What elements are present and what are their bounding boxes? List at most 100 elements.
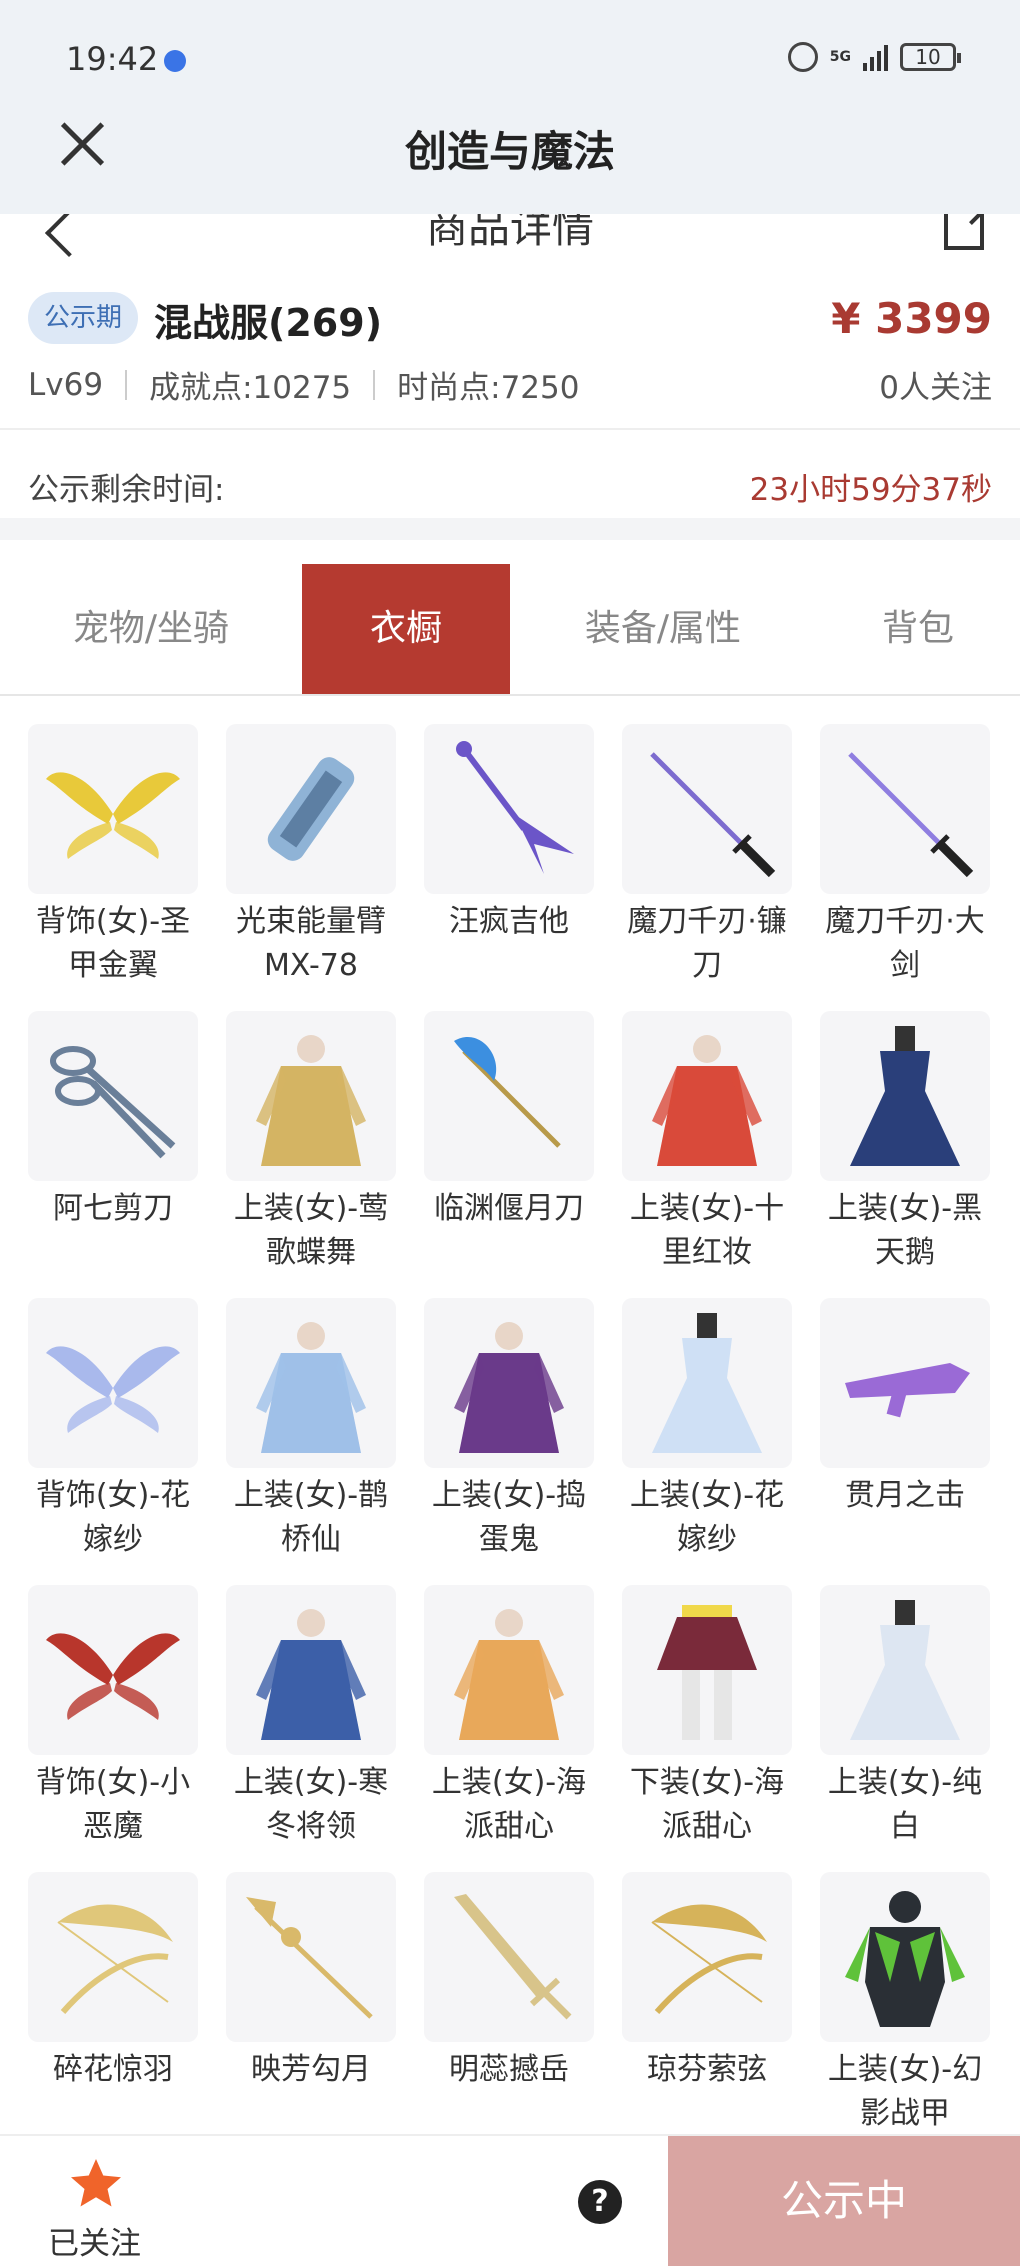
bottom-bar: 已关注 ? 公示中: [0, 2134, 1020, 2266]
wardrobe-item[interactable]: 映芳勾月: [226, 1872, 396, 2152]
item-label: 阿七剪刀: [53, 1191, 173, 1226]
share-icon[interactable]: [944, 214, 984, 250]
outfit-icon: [256, 1609, 366, 1740]
product-name: 混战服(269): [154, 301, 383, 345]
wardrobe-item[interactable]: 魔刀千刃·镰刀: [622, 724, 792, 1004]
follower-count: 0人关注: [879, 370, 992, 406]
blade-icon: [848, 752, 974, 878]
item-thumbnail: [622, 1585, 792, 1755]
outfit-icon: [652, 1035, 762, 1166]
item-label: 贯月之击: [845, 1478, 965, 1513]
tab-backpack[interactable]: 背包: [816, 564, 1020, 694]
wardrobe-item[interactable]: 上装(女)-鹊桥仙: [226, 1298, 396, 1578]
wardrobe-item[interactable]: 明蕊撼岳: [424, 1872, 594, 2152]
countdown-row: 公示剩余时间: 23小时59分37秒: [0, 432, 1020, 540]
item-thumbnail: [424, 1585, 594, 1755]
tab-pets-mounts[interactable]: 宠物/坐骑: [0, 564, 302, 694]
item-label: 上装(女)-莺歌蝶舞: [233, 1191, 389, 1270]
app-title: 创造与魔法: [404, 127, 615, 176]
wardrobe-item[interactable]: 阿七剪刀: [28, 1011, 198, 1291]
wardrobe-item[interactable]: 上装(女)-纯白: [820, 1585, 990, 1865]
wardrobe-item[interactable]: 背饰(女)-圣甲金翼: [28, 724, 198, 1004]
wardrobe-item[interactable]: 上装(女)-海派甜心: [424, 1585, 594, 1865]
item-label: 上装(女)-黑天鹅: [827, 1191, 983, 1270]
item-label: 光束能量臂MX-78: [236, 904, 386, 983]
item-thumbnail: [820, 724, 990, 894]
item-thumbnail: [820, 1585, 990, 1755]
divider: [373, 369, 376, 400]
wardrobe-item[interactable]: 上装(女)-寒冬将领: [226, 1585, 396, 1865]
item-thumbnail: [622, 1298, 792, 1468]
item-label: 汪疯吉他: [449, 904, 569, 939]
wardrobe-item[interactable]: 光束能量臂MX-78: [226, 724, 396, 1004]
item-thumbnail: [622, 724, 792, 894]
item-label: 下装(女)-海派甜心: [629, 1765, 785, 1844]
item-thumbnail: [226, 724, 396, 894]
item-label: 魔刀千刃·大剑: [825, 904, 985, 983]
sword-icon: [454, 1894, 572, 2020]
wardrobe-item[interactable]: 碎花惊羽: [28, 1872, 198, 2152]
public-status-button[interactable]: 公示中: [668, 2136, 1020, 2266]
item-label: 上装(女)-幻影战甲: [827, 2052, 983, 2131]
wardrobe-item[interactable]: 魔刀千刃·大剑: [820, 724, 990, 1004]
tab-equipment-attributes[interactable]: 装备/属性: [510, 564, 816, 694]
item-thumbnail: [226, 1011, 396, 1181]
item-thumbnail: [28, 1298, 198, 1468]
guitar-icon: [456, 741, 574, 874]
tab-wardrobe[interactable]: 衣橱: [302, 564, 510, 694]
wardrobe-item[interactable]: 下装(女)-海派甜心: [622, 1585, 792, 1865]
star-icon[interactable]: [66, 2154, 126, 2214]
item-label: 上装(女)-鹊桥仙: [233, 1478, 389, 1557]
battery-icon: 10: [900, 43, 961, 71]
item-label: 魔刀千刃·镰刀: [627, 904, 787, 983]
item-label: 上装(女)-捣蛋鬼: [431, 1478, 587, 1557]
item-thumbnail: [226, 1298, 396, 1468]
dress-icon: [850, 1600, 960, 1740]
wardrobe-item[interactable]: 琼芬萦弦: [622, 1872, 792, 2152]
wings-icon: [46, 1633, 180, 1720]
category-tabs: 宠物/坐骑 衣橱 装备/属性 背包: [0, 564, 1020, 696]
wardrobe-item[interactable]: 背饰(女)-花嫁纱: [28, 1298, 198, 1578]
sub-header: 商品详情: [0, 214, 1020, 266]
blade-icon: [650, 752, 776, 878]
wardrobe-item[interactable]: 贯月之击: [820, 1298, 990, 1578]
item-label: 上装(女)-花嫁纱: [629, 1478, 785, 1557]
product-price: ¥ 3399: [831, 294, 992, 343]
item-thumbnail: [226, 1585, 396, 1755]
wings-icon: [46, 1346, 180, 1433]
item-thumbnail: [622, 1011, 792, 1181]
item-label: 琼芬萦弦: [647, 2052, 767, 2087]
countdown-value: 23小时59分37秒: [749, 472, 992, 508]
help-icon[interactable]: ?: [578, 2180, 622, 2224]
item-thumbnail: [424, 1298, 594, 1468]
product-summary: 公示期 混战服(269) ¥ 3399 Lv69 成就点:10275 时尚点:7…: [0, 266, 1020, 430]
wardrobe-item[interactable]: 上装(女)-花嫁纱: [622, 1298, 792, 1578]
dress-icon: [850, 1026, 960, 1166]
cannon-icon: [267, 757, 355, 861]
item-thumbnail: [820, 1011, 990, 1181]
item-thumbnail: [28, 1011, 198, 1181]
item-thumbnail: [28, 1585, 198, 1755]
fashion-points: 时尚点:7250: [397, 370, 580, 406]
wardrobe-item[interactable]: 上装(女)-幻影战甲: [820, 1872, 990, 2152]
alarm-icon: [787, 42, 818, 72]
wardrobe-item[interactable]: 临渊偃月刀: [424, 1011, 594, 1291]
outfit-icon: [454, 1609, 564, 1740]
wardrobe-item[interactable]: 上装(女)-捣蛋鬼: [424, 1298, 594, 1578]
outfit-icon: [256, 1035, 366, 1166]
skirt-icon: [657, 1605, 757, 1740]
follow-label[interactable]: 已关注: [48, 2218, 141, 2263]
wardrobe-item[interactable]: 上装(女)-十里红妆: [622, 1011, 792, 1291]
network-label: 5G: [829, 49, 851, 65]
bow-icon: [651, 1904, 767, 2014]
dress-icon: [652, 1313, 762, 1453]
wardrobe-item[interactable]: 上装(女)-黑天鹅: [820, 1011, 990, 1291]
top-bar: 19:42 5G 10 创造与魔法: [0, 0, 1020, 214]
wardrobe-item[interactable]: 上装(女)-莺歌蝶舞: [226, 1011, 396, 1291]
item-thumbnail: [226, 1872, 396, 2042]
armor-icon: [845, 1891, 965, 2027]
wardrobe-item[interactable]: 汪疯吉他: [424, 724, 594, 1004]
status-icons: 5G 10: [787, 42, 961, 72]
wardrobe-item[interactable]: 背饰(女)-小恶魔: [28, 1585, 198, 1865]
product-meta: Lv69 成就点:10275 时尚点:7250: [28, 362, 579, 407]
